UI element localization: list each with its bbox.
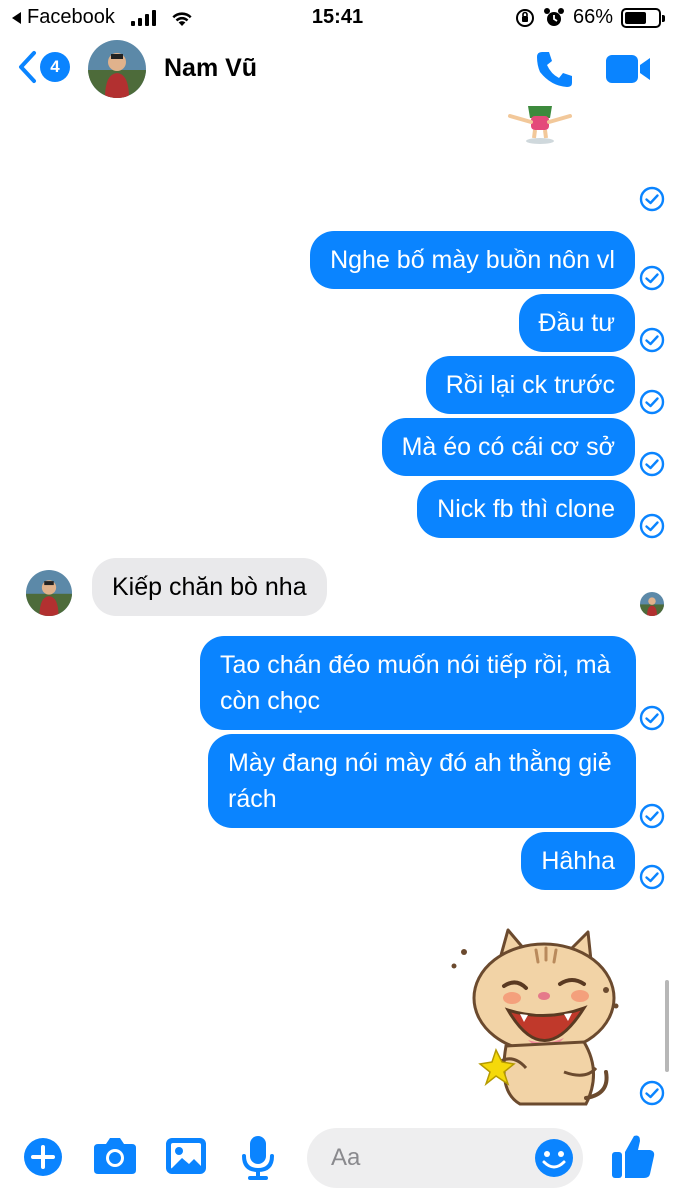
- message-bubble-outgoing[interactable]: Nick fb thì clone: [417, 480, 635, 538]
- contact-avatar[interactable]: [88, 40, 146, 98]
- unread-badge: 4: [40, 52, 70, 82]
- message-bubble-outgoing[interactable]: Mày đang nói mày đó ah thằng giẻ rách: [208, 734, 636, 828]
- battery-fill: [625, 11, 647, 24]
- phone-icon[interactable]: [534, 48, 576, 90]
- scrollbar[interactable]: [665, 980, 669, 1072]
- sent-check-icon: [639, 327, 665, 353]
- sent-check-icon: [639, 265, 665, 291]
- sticker-partial: [508, 106, 572, 144]
- emoji-icon[interactable]: [533, 1137, 575, 1179]
- message-input[interactable]: [331, 1128, 531, 1188]
- sent-check-icon: [639, 451, 665, 477]
- cat-sticker[interactable]: [446, 922, 626, 1106]
- sent-check-icon: [639, 1080, 665, 1106]
- sent-check-icon: [639, 803, 665, 829]
- camera-icon[interactable]: [92, 1136, 138, 1176]
- sent-check-icon: [639, 864, 665, 890]
- back-button[interactable]: 4: [16, 50, 70, 84]
- orientation-lock-icon: [515, 8, 534, 27]
- alarm-icon: [543, 7, 564, 26]
- video-camera-icon[interactable]: [604, 52, 652, 86]
- status-bar: Facebook 15:41 66%: [0, 0, 675, 34]
- battery-icon: [621, 7, 665, 28]
- message-bubble-outgoing[interactable]: Mà éo có cái cơ sở: [381, 418, 635, 476]
- gallery-icon[interactable]: [164, 1136, 208, 1176]
- sent-check-icon: [639, 389, 665, 415]
- sent-check-icon: [639, 513, 665, 539]
- message-bubble-outgoing[interactable]: Rồi lại ck trước: [425, 356, 635, 414]
- message-bubble-incoming[interactable]: Kiếp chăn bò nha: [92, 558, 327, 616]
- message-bubble-outgoing[interactable]: Tao chán đéo muốn nói tiếp rồi, mà còn c…: [200, 636, 636, 730]
- message-bubble-outgoing[interactable]: Nghe bố mày buồn nôn vl: [310, 231, 635, 289]
- battery-percent: 66%: [572, 6, 613, 28]
- sent-check-icon: [639, 705, 665, 731]
- sent-check-icon: [639, 186, 665, 212]
- sender-avatar[interactable]: [26, 570, 72, 616]
- seen-avatar: [640, 592, 664, 616]
- microphone-icon[interactable]: [240, 1134, 276, 1180]
- composer-toolbar: [0, 1106, 675, 1200]
- message-composer[interactable]: [307, 1128, 583, 1188]
- message-bubble-outgoing[interactable]: Đầu tư: [518, 294, 635, 352]
- contact-name[interactable]: Nam Vũ: [164, 54, 257, 83]
- message-list[interactable]: Nghe bố mày buồn nôn vl Đầu tư Rồi lại c…: [0, 106, 675, 1106]
- thumbs-up-icon[interactable]: [610, 1132, 656, 1180]
- plus-icon[interactable]: [22, 1136, 64, 1178]
- conversation-header: 4 Nam Vũ: [0, 34, 675, 106]
- back-chevron-icon: [19, 51, 36, 83]
- message-bubble-outgoing[interactable]: Hâhha: [521, 832, 635, 890]
